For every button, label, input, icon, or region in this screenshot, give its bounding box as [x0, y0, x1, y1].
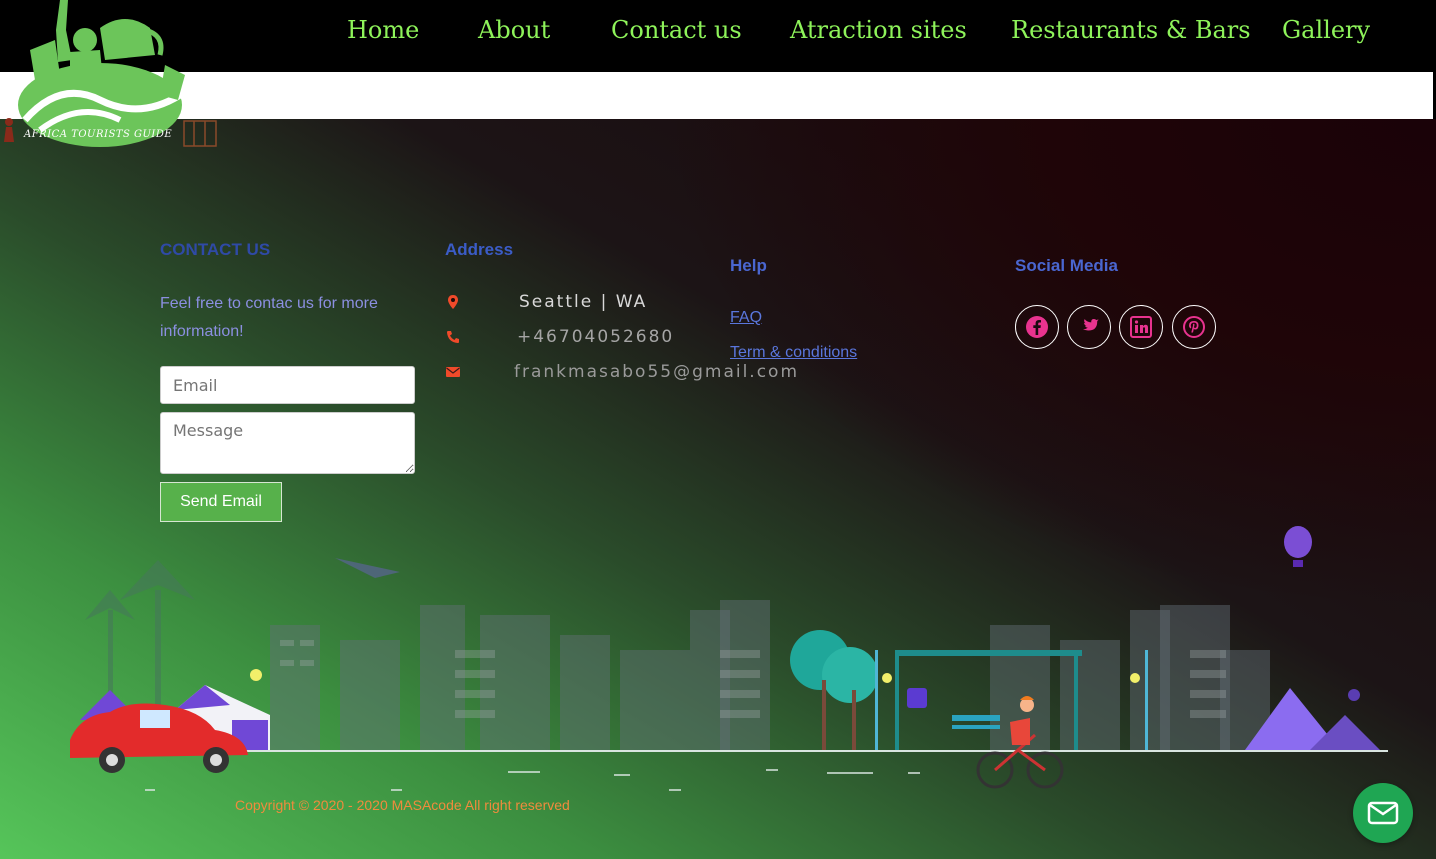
pinterest-icon — [1183, 316, 1205, 338]
help-title: Help — [730, 256, 767, 275]
faq-link[interactable]: FAQ — [730, 309, 762, 327]
facebook-button[interactable] — [1015, 305, 1059, 349]
envelope-icon — [446, 367, 460, 377]
terms-link[interactable]: Term & conditions — [730, 344, 857, 362]
nav-home[interactable]: Home — [347, 16, 419, 44]
city-illustration — [70, 526, 1388, 791]
phone-icon — [447, 331, 459, 343]
facebook-icon — [1026, 316, 1048, 338]
social-title: Social Media — [1015, 256, 1118, 275]
nav-gallery[interactable]: Gallery — [1282, 16, 1370, 44]
address-title: Address — [445, 240, 514, 259]
logo-text: AFRICA TOURISTS GUIDE — [24, 129, 173, 140]
address-email: frankmasabo55@gmail.com — [514, 362, 800, 382]
address-location: Seattle | WA — [519, 292, 648, 312]
nav-contact-us[interactable]: Contact us — [611, 16, 742, 44]
nav-restaurants-bars[interactable]: Restaurants & Bars — [1011, 16, 1251, 44]
twitter-button[interactable] — [1067, 305, 1111, 349]
twitter-icon — [1083, 319, 1099, 331]
contact-fab-button[interactable] — [1353, 783, 1413, 843]
nav-about[interactable]: About — [478, 16, 550, 44]
address-phone: +46704052680 — [517, 327, 675, 347]
linkedin-button[interactable] — [1119, 305, 1163, 349]
map-marker-icon — [448, 295, 458, 309]
linkedin-icon — [1130, 316, 1152, 338]
email-field[interactable] — [160, 366, 415, 404]
mail-icon — [1367, 801, 1399, 825]
contact-title: CONTACT US — [160, 240, 271, 259]
contact-description: Feel free to contac us for more informat… — [160, 295, 378, 340]
site-logo[interactable]: AFRICA TOURISTS GUIDE — [0, 0, 225, 150]
message-field[interactable] — [160, 412, 415, 474]
nav-attraction-sites[interactable]: Atraction sites — [790, 16, 967, 44]
copyright-text: Copyright © 2020 - 2020 MASAcode All rig… — [235, 797, 570, 813]
logo-graphic — [4, 0, 217, 147]
pinterest-button[interactable] — [1172, 305, 1216, 349]
